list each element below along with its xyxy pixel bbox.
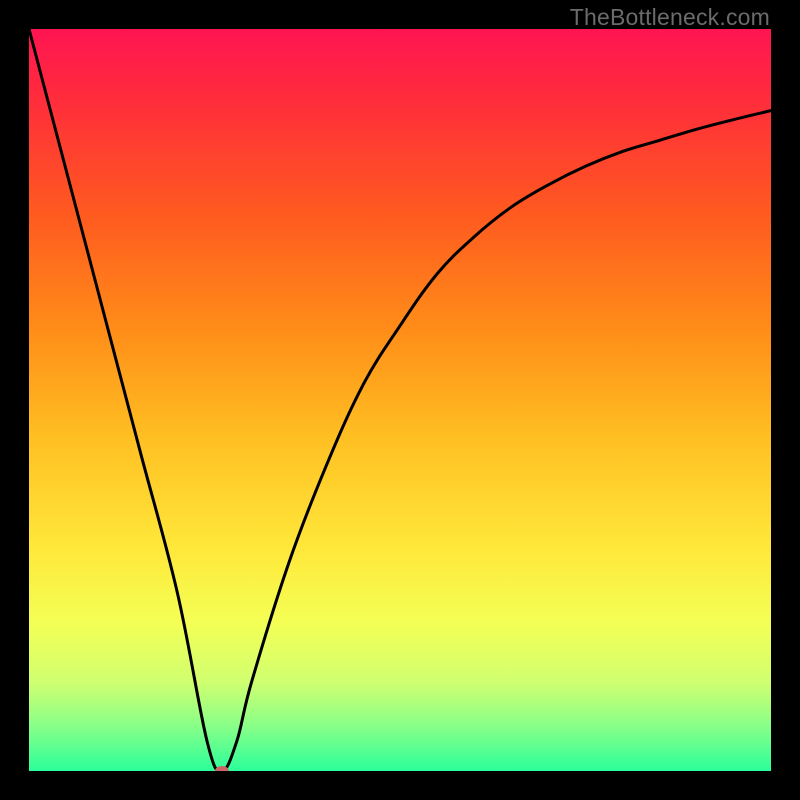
chart-frame: TheBottleneck.com [0,0,800,800]
plot-area [29,29,771,771]
chart-svg [29,29,771,771]
watermark-label: TheBottleneck.com [570,4,770,31]
